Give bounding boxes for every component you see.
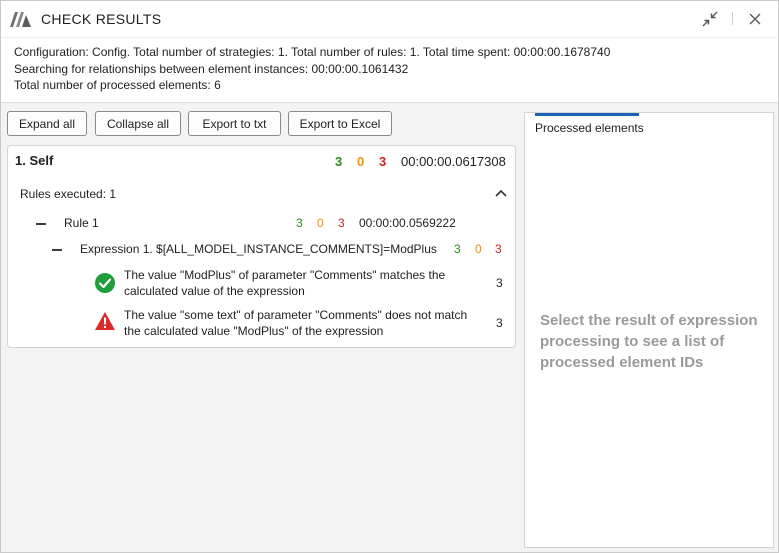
rule-name[interactable]: Rule 1	[64, 216, 99, 230]
result-text-line2: calculated value of the expression	[124, 284, 305, 298]
summary-line-configuration: Configuration: Config. Total number of s…	[14, 45, 611, 59]
strategy-title[interactable]: 1. Self	[15, 153, 53, 168]
error-icon	[95, 312, 115, 330]
expression-ok-count: 3	[454, 242, 461, 256]
rule-collapse-toggle[interactable]	[36, 223, 46, 225]
processed-elements-panel: Processed elements Select the result of …	[524, 112, 774, 548]
summary-line-processed: Total number of processed elements: 6	[14, 78, 221, 92]
close-icon	[749, 13, 761, 25]
tab-active-indicator	[535, 113, 639, 116]
result-text-line2: the calculated value "ModPlus" of the ex…	[124, 324, 384, 338]
window-title: CHECK RESULTS	[41, 11, 162, 27]
strategy-error-count: 3	[379, 154, 387, 169]
rule-ok-count: 3	[296, 216, 303, 230]
summary-line-relationships: Searching for relationships between elem…	[14, 62, 409, 76]
title-bar-separator	[732, 12, 733, 25]
export-txt-button[interactable]: Export to txt	[188, 111, 281, 136]
check-results-window: CHECK RESULTS Configuration: Config. Tot…	[0, 0, 779, 553]
rules-executed-label: Rules executed: 1	[20, 187, 117, 201]
expand-all-button[interactable]: Expand all	[7, 111, 87, 136]
success-icon	[95, 273, 115, 293]
title-bar: CHECK RESULTS	[1, 1, 778, 38]
strategy-warning-count: 0	[357, 154, 365, 169]
result-text-line1: The value "some text" of parameter "Comm…	[124, 308, 468, 322]
summary-info: Configuration: Config. Total number of s…	[1, 38, 778, 103]
result-count: 3	[496, 316, 503, 330]
rule-warning-count: 0	[317, 216, 324, 230]
result-text-line1: The value "ModPlus" of parameter "Commen…	[124, 268, 446, 282]
chevron-up-icon[interactable]	[494, 188, 508, 198]
restore-button[interactable]	[699, 9, 721, 29]
rule-error-count: 3	[338, 216, 345, 230]
expression-label[interactable]: Expression 1. $[ALL_MODEL_INSTANCE_COMME…	[80, 242, 437, 256]
export-excel-button[interactable]: Export to Excel	[288, 111, 392, 136]
modplus-logo-icon	[10, 12, 31, 27]
expression-error-count: 3	[495, 242, 502, 256]
results-panel: 1. Self 3 0 3 00:00:00.0617308 Rules exe…	[7, 145, 516, 348]
collapse-arrows-icon	[702, 11, 718, 27]
expression-warning-count: 0	[475, 242, 482, 256]
result-count: 3	[496, 276, 503, 290]
strategy-ok-count: 3	[335, 154, 343, 169]
processed-elements-hint: Select the result of expression processi…	[540, 312, 758, 371]
expression-collapse-toggle[interactable]	[52, 249, 62, 251]
rule-time: 00:00:00.0569222	[359, 216, 456, 230]
close-button[interactable]	[744, 9, 766, 29]
tab-processed-elements[interactable]: Processed elements	[535, 121, 644, 135]
strategy-time: 00:00:00.0617308	[401, 154, 506, 169]
collapse-all-button[interactable]: Collapse all	[95, 111, 181, 136]
